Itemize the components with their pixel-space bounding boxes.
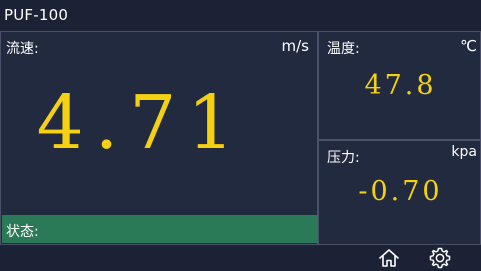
temperature-label: 温度: (327, 41, 360, 57)
home-icon (379, 249, 399, 267)
bottom-toolbar (0, 245, 481, 271)
gear-icon (429, 247, 451, 269)
flow-unit: m/s (281, 37, 309, 55)
pressure-unit: kpa (451, 144, 477, 160)
status-bar: 状态: (2, 215, 318, 243)
temperature-unit: ℃ (460, 37, 477, 55)
flow-panel: 流速: m/s 4.71 状态: (0, 31, 318, 245)
app-title: PUF-100 (4, 6, 69, 24)
temperature-value: 47.8 (364, 70, 437, 101)
pressure-panel: 压力: kpa -0.70 (318, 140, 481, 245)
status-label: 状态: (6, 224, 39, 240)
title-bar: PUF-100 (0, 0, 481, 31)
home-button[interactable] (376, 246, 402, 270)
flow-label: 流速: (6, 41, 39, 57)
settings-button[interactable] (427, 246, 453, 270)
pressure-value: -0.70 (358, 176, 443, 207)
flow-value: 4.71 (36, 80, 246, 166)
pressure-label: 压力: (327, 150, 360, 166)
temperature-panel: 温度: ℃ 47.8 (318, 31, 481, 140)
